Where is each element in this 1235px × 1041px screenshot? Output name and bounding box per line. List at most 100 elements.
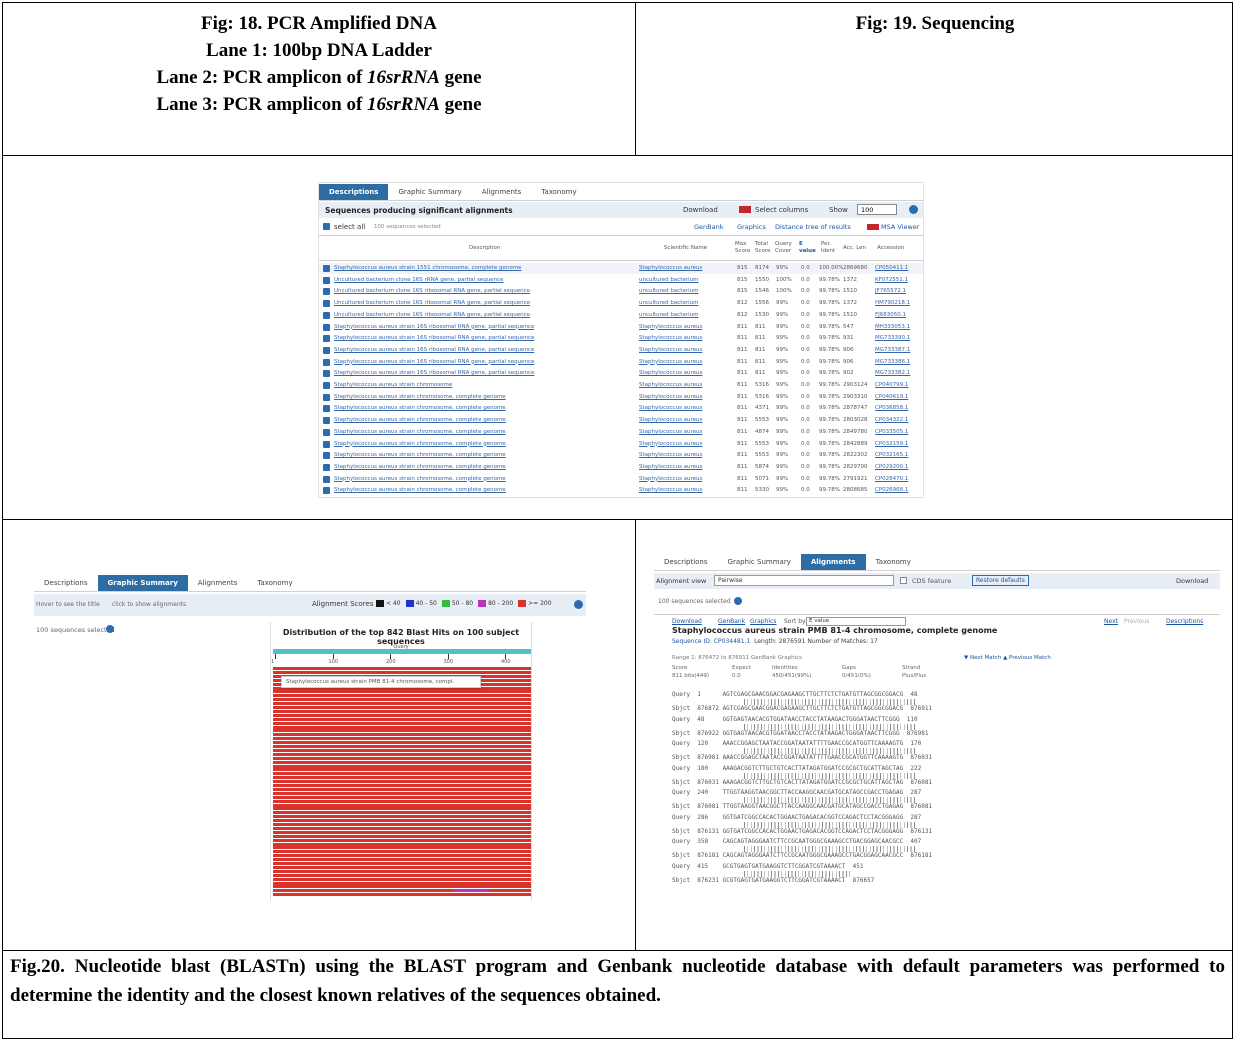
hit-bar[interactable] [273, 834, 531, 838]
sequence-id[interactable]: Sequence ID: CP034481.1 [672, 638, 750, 645]
cell-sci[interactable]: uncultured bacterium [639, 300, 729, 306]
hit-bar[interactable] [273, 760, 531, 764]
hit-bar[interactable] [273, 885, 531, 889]
hit-bar[interactable] [273, 690, 531, 694]
tab-alignments[interactable]: Alignments [800, 554, 866, 570]
hit-bar[interactable] [273, 756, 531, 760]
tab-graphic-summary[interactable]: Graphic Summary [97, 575, 188, 591]
col-description[interactable]: Description [469, 245, 500, 251]
col-total-score[interactable]: Total Score [755, 241, 771, 255]
graphics-link[interactable]: Graphics [737, 223, 766, 231]
cell-desc[interactable]: Staphylococcus aureus strain chromosome,… [334, 429, 634, 435]
download-menu[interactable]: Download [1176, 577, 1208, 585]
cell-sci[interactable]: Staphylococcus aureus [639, 452, 729, 458]
cell-acc[interactable]: CP033505.1 [875, 429, 921, 435]
cell-sci[interactable]: Staphylococcus aureus [639, 335, 729, 341]
hit-bar[interactable] [273, 694, 531, 698]
cell-desc[interactable]: Staphylococcus aureus strain 16S ribosom… [334, 347, 634, 353]
hit-bar[interactable] [273, 713, 531, 717]
cell-acc[interactable]: MG733390.1 [875, 335, 921, 341]
cell-sci[interactable]: uncultured bacterium [639, 312, 729, 318]
cell-desc[interactable]: Staphylococcus aureus strain chromosome,… [334, 441, 634, 447]
hit-bar[interactable] [273, 698, 531, 702]
hit-bar[interactable] [273, 803, 531, 807]
cell-sci[interactable]: Staphylococcus aureus [639, 417, 729, 423]
select-all-checkbox[interactable] [323, 223, 330, 230]
cell-sci[interactable]: Staphylococcus aureus [639, 324, 729, 330]
row-checkbox[interactable] [323, 335, 330, 343]
cell-acc[interactable]: CP032165.1 [875, 452, 921, 458]
descriptions-link[interactable]: Descriptions [1166, 618, 1203, 625]
row-checkbox[interactable] [323, 370, 330, 378]
row-checkbox[interactable] [323, 405, 330, 413]
cell-acc[interactable]: CP050411.1 [875, 265, 921, 271]
cell-desc[interactable]: Staphylococcus aureus strain 1551 chromo… [334, 265, 634, 271]
row-checkbox[interactable] [323, 382, 330, 389]
next-match-link[interactable]: ▼ Next Match ▲ Previous Match [964, 655, 1051, 661]
cell-acc[interactable]: CP040619.1 [875, 394, 921, 400]
row-checkbox[interactable] [323, 475, 330, 483]
hit-bar[interactable] [273, 721, 531, 725]
hit-bar[interactable] [273, 823, 531, 826]
hit-bar[interactable] [273, 842, 531, 846]
cell-acc[interactable]: CP034322.1 [875, 417, 921, 423]
hit-bar[interactable] [273, 768, 531, 772]
cell-desc[interactable]: Staphylococcus aureus strain chromosome,… [334, 394, 634, 400]
cell-sci[interactable]: uncultured bacterium [639, 277, 729, 283]
row-checkbox[interactable] [323, 417, 330, 425]
hit-bar[interactable] [273, 807, 531, 811]
select-all-label[interactable]: select all [334, 223, 365, 231]
hit-bar[interactable] [273, 873, 531, 877]
cell-sci[interactable]: Staphylococcus aureus [639, 476, 729, 482]
row-checkbox[interactable] [323, 265, 330, 272]
hit-bar[interactable] [273, 787, 531, 791]
hit-bar[interactable] [273, 877, 531, 881]
hit-bar[interactable] [273, 815, 531, 819]
cell-desc[interactable]: Staphylococcus aureus strain 16S ribosom… [334, 370, 634, 376]
cell-acc[interactable]: JF765572.1 [875, 288, 921, 294]
col-query-cover[interactable]: Query Cover [775, 241, 793, 255]
row-checkbox[interactable] [323, 440, 330, 448]
hit-bar[interactable] [273, 709, 531, 713]
hit-bar[interactable] [273, 729, 531, 733]
row-checkbox[interactable] [323, 358, 330, 366]
col-e-value[interactable]: E value [799, 241, 816, 255]
cell-desc[interactable]: Uncultured bacterium clone 16S ribosomal… [334, 312, 634, 318]
alignment-view-select[interactable]: Pairwise [714, 575, 894, 586]
cell-desc[interactable]: Staphylococcus aureus strain 16S ribosom… [334, 324, 634, 330]
tab-alignments[interactable]: Alignments [471, 184, 532, 200]
cell-sci[interactable]: Staphylococcus aureus [639, 487, 729, 493]
hit-bar[interactable] [273, 717, 531, 721]
hit-bar[interactable] [273, 670, 531, 674]
cell-desc[interactable]: Staphylococcus aureus strain 16S ribosom… [334, 359, 634, 365]
col-max-score[interactable]: Max Score [735, 241, 751, 255]
hit-bar[interactable] [273, 748, 531, 752]
cell-desc[interactable]: Staphylococcus aureus strain chromosome,… [334, 452, 634, 458]
cell-acc[interactable]: MG733387.1 [875, 347, 921, 353]
hit-bar[interactable] [273, 752, 531, 756]
tab-descriptions[interactable]: Descriptions [319, 184, 389, 200]
cell-sci[interactable]: Staphylococcus aureus [639, 394, 729, 400]
cell-desc[interactable]: Staphylococcus aureus strain chromosome,… [334, 476, 634, 482]
tab-descriptions[interactable]: Descriptions [34, 575, 98, 591]
hit-bar[interactable] [273, 858, 531, 862]
row-checkbox[interactable] [323, 393, 330, 401]
col-acc-len[interactable]: Acc. Len [843, 245, 866, 251]
hit-bar[interactable] [273, 795, 531, 799]
col-per-ident[interactable]: Per. Ident [821, 241, 837, 255]
hit-bars[interactable] [273, 667, 531, 899]
hit-bar[interactable] [273, 737, 531, 741]
cell-acc[interactable]: HM790218.1 [875, 300, 921, 306]
hit-bar[interactable] [273, 811, 531, 815]
cell-acc[interactable]: FJ683050.1 [875, 312, 921, 318]
cell-sci[interactable]: Staphylococcus aureus [639, 441, 729, 447]
cell-acc[interactable]: CP028470.1 [875, 476, 921, 482]
cell-acc[interactable]: CP036858.1 [875, 405, 921, 411]
graphics-link[interactable]: Graphics [750, 618, 777, 625]
hit-bar[interactable] [273, 780, 531, 784]
cell-sci[interactable]: Staphylococcus aureus [639, 429, 729, 435]
hit-bar[interactable] [273, 667, 531, 670]
hit-bar[interactable] [273, 702, 531, 706]
hit-bar[interactable] [273, 772, 531, 776]
cell-desc[interactable]: Staphylococcus aureus strain 16S ribosom… [334, 335, 634, 341]
